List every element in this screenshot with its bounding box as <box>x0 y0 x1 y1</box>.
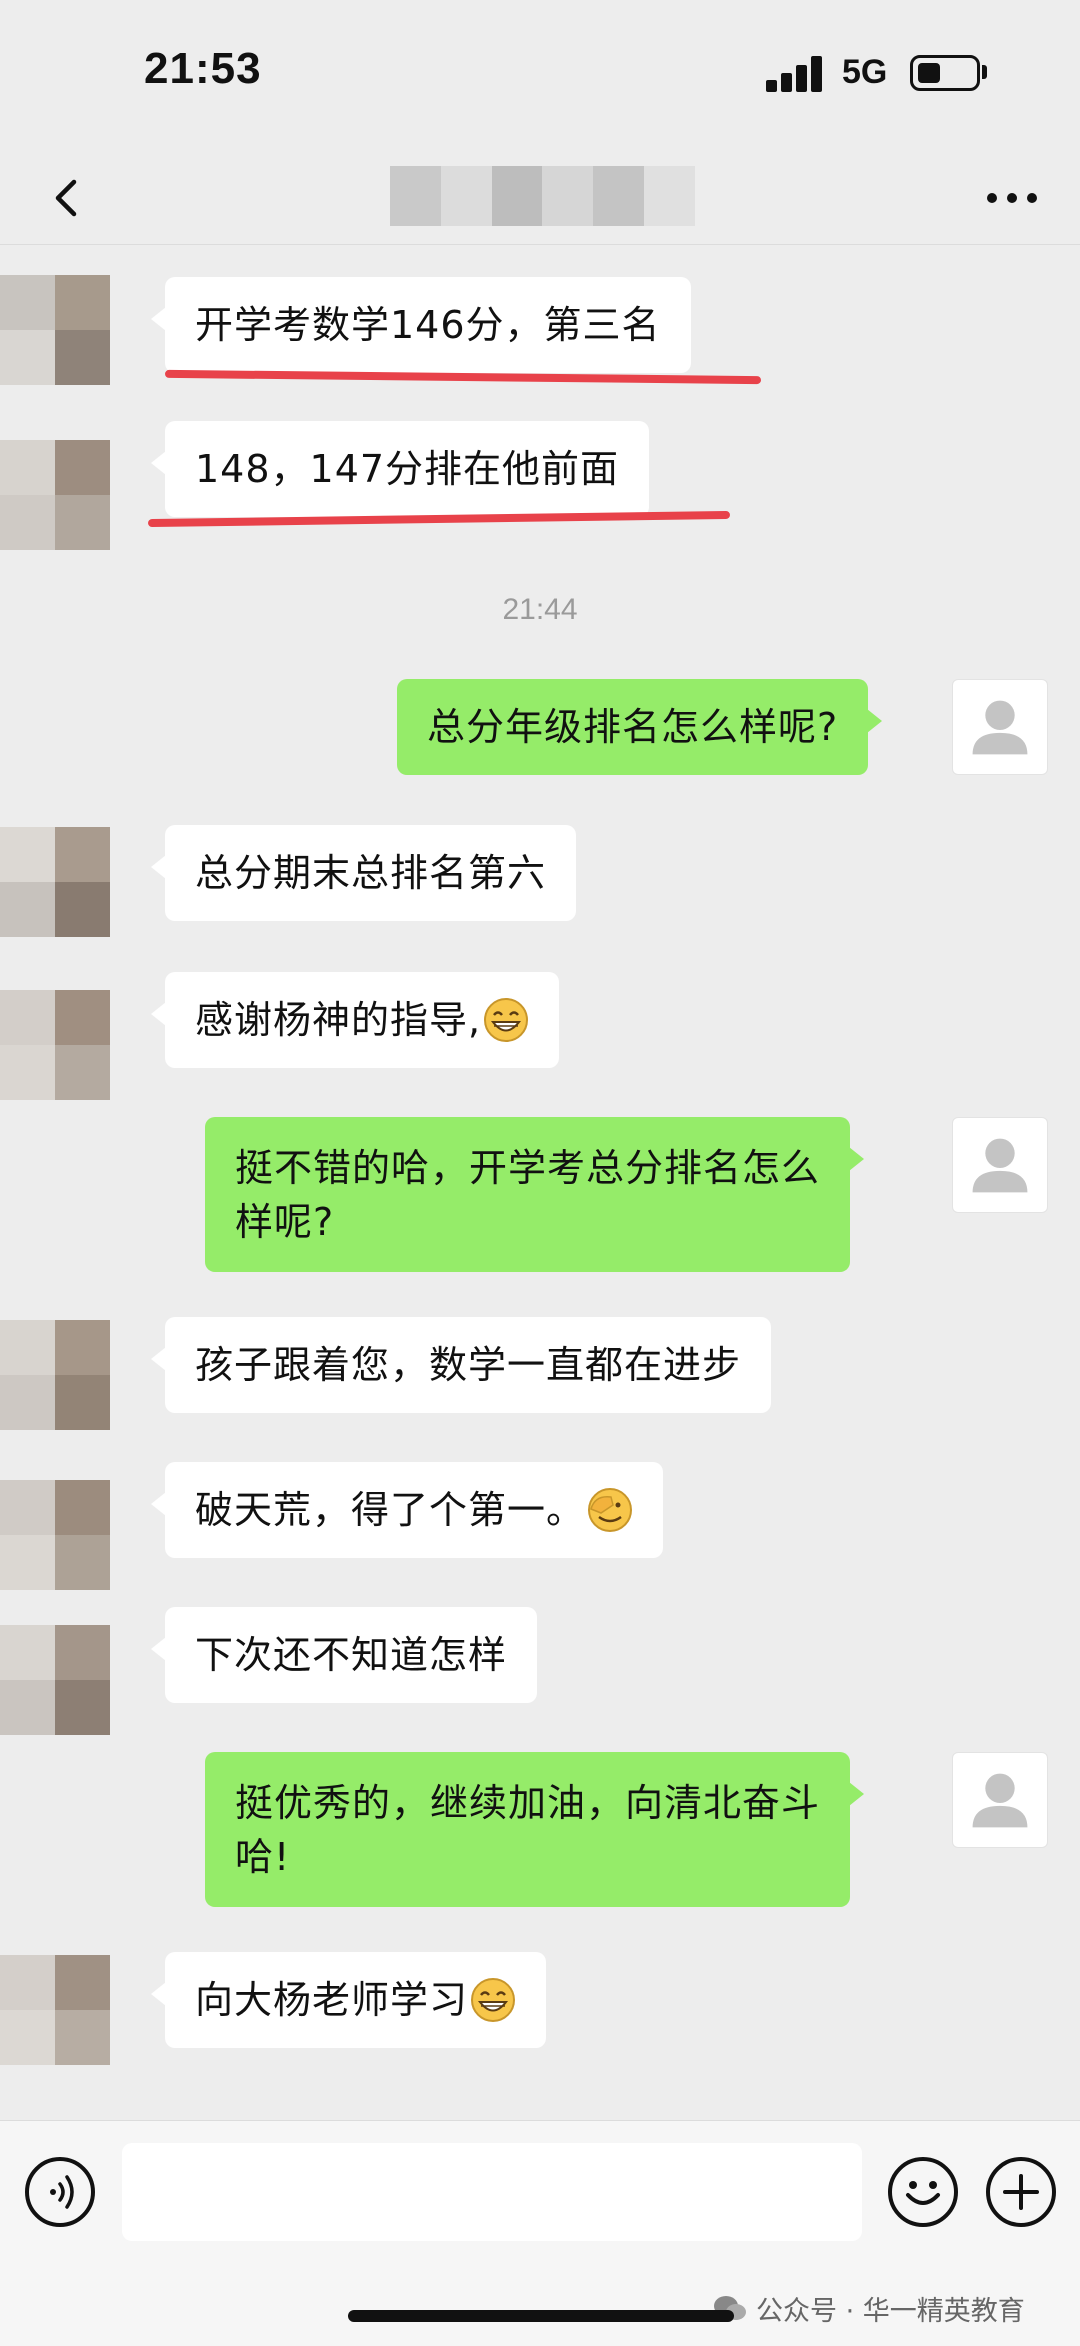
grin-emoji-icon <box>484 998 529 1042</box>
message-bubble-outgoing[interactable]: 总分年级排名怎么样呢? <box>397 679 883 775</box>
battery-icon <box>910 55 980 91</box>
message-text-line: 挺不错的哈，开学考总分排名怎么 <box>235 1145 821 1190</box>
voice-icon[interactable] <box>25 2157 95 2227</box>
plus-icon[interactable] <box>986 2157 1056 2227</box>
contact-avatar[interactable] <box>0 1625 110 1735</box>
grin-emoji-icon <box>471 1978 516 2022</box>
message-text: 总分期末总排名第六 <box>195 851 547 895</box>
message-text: 孩子跟着您，数学一直都在进步 <box>195 1343 742 1387</box>
message-bubble-incoming[interactable]: 孩子跟着您，数学一直都在进步 <box>150 1317 772 1413</box>
user-avatar[interactable] <box>952 679 1048 775</box>
message-bubble-incoming[interactable]: 下次还不知道怎样 <box>150 1607 538 1703</box>
message-bubble-incoming[interactable]: 向大杨老师学习 <box>150 1952 547 2048</box>
emoji-smile-icon[interactable] <box>888 2157 958 2227</box>
message-text: 总分年级排名怎么样呢? <box>427 705 839 749</box>
default-avatar-icon <box>972 700 1028 755</box>
contact-avatar[interactable] <box>0 827 110 937</box>
watermark: 公众号 · 华一精英教育 <box>712 2289 1025 2328</box>
more-options-icon[interactable] <box>982 178 1042 218</box>
message-bubble-outgoing[interactable]: 挺不错的哈，开学考总分排名怎么 样呢? <box>205 1117 865 1272</box>
message-bubble-incoming[interactable]: 开学考数学146分，第三名 <box>151 277 691 373</box>
default-avatar-icon <box>972 1773 1028 1828</box>
contact-avatar[interactable] <box>0 1480 110 1590</box>
network-type: 5G <box>842 53 888 91</box>
status-time: 21:53 <box>144 44 262 93</box>
message-input[interactable] <box>122 2143 862 2241</box>
message-timestamp: 21:44 <box>502 593 578 626</box>
battery-cap <box>982 65 987 79</box>
message-bubble-incoming[interactable]: 148，147分排在他前面 <box>150 421 650 517</box>
contact-avatar[interactable] <box>0 990 110 1100</box>
contact-avatar[interactable] <box>0 1320 110 1430</box>
message-bubble-incoming[interactable]: 总分期末总排名第六 <box>150 825 577 921</box>
message-text: 向大杨老师学习 <box>195 1978 469 2022</box>
message-list[interactable]: 开学考数学146分，第三名 148，147分排在他前面 21:44 总分年级排名… <box>0 245 1080 2115</box>
watermark-text: 公众号 · 华一精英教育 <box>756 2296 1025 2327</box>
chat-title-blurred <box>390 166 695 226</box>
chat-header <box>0 150 1080 245</box>
contact-avatar[interactable] <box>0 440 110 550</box>
facepalm-emoji-icon <box>588 1488 633 1532</box>
message-text-line: 哈! <box>235 1834 291 1879</box>
message-text-line: 样呢? <box>235 1199 335 1244</box>
message-text: 挺不错的哈，开学考总分排名怎么 样呢? <box>235 1141 820 1249</box>
message-text: 破天荒，得了个第一。 <box>195 1488 586 1532</box>
home-indicator[interactable] <box>348 2310 734 2322</box>
message-text: 挺优秀的，继续加油，向清北奋斗 哈! <box>235 1776 820 1884</box>
status-bar: 21:53 5G <box>0 0 1080 150</box>
signal-icon <box>766 56 826 92</box>
message-text: 148，147分排在他前面 <box>195 447 620 491</box>
back-arrow-icon[interactable] <box>40 170 96 226</box>
message-text: 下次还不知道怎样 <box>195 1633 508 1677</box>
default-avatar-icon <box>972 1138 1028 1193</box>
message-bubble-outgoing[interactable]: 挺优秀的，继续加油，向清北奋斗 哈! <box>205 1752 865 1907</box>
message-bubble-incoming[interactable]: 感谢杨神的指导, <box>150 972 560 1068</box>
message-text-line: 挺优秀的，继续加油，向清北奋斗 <box>235 1780 821 1825</box>
message-text: 开学考数学146分，第三名 <box>195 303 661 347</box>
message-text: 感谢杨神的指导, <box>195 998 482 1042</box>
message-bubble-incoming[interactable]: 破天荒，得了个第一。 <box>150 1462 664 1558</box>
contact-avatar[interactable] <box>0 1955 110 2065</box>
user-avatar[interactable] <box>952 1117 1048 1213</box>
contact-avatar[interactable] <box>0 275 110 385</box>
user-avatar[interactable] <box>952 1752 1048 1848</box>
